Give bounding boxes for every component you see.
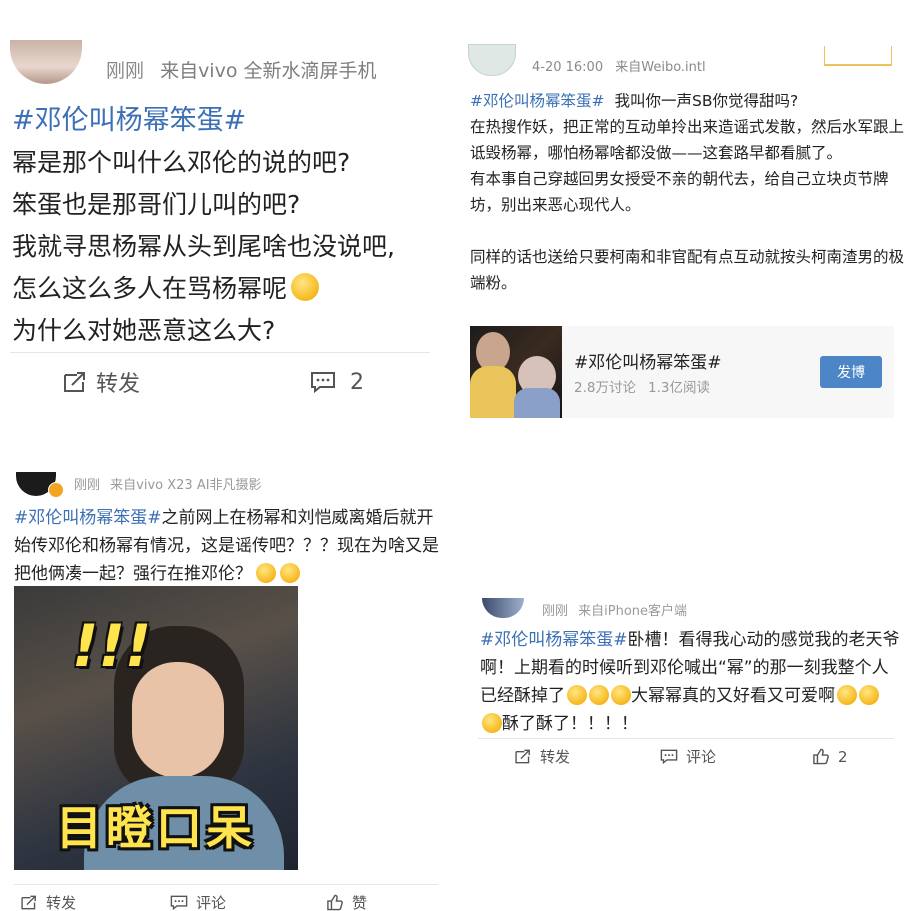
verified-badge-icon	[48, 482, 64, 498]
user-avatar[interactable]	[468, 44, 516, 76]
post-panel-c: 刚刚 来自vivo X23 AI非凡摄影 #邓伦叫杨幂笨蛋#之前网上在杨幂和刘恺…	[0, 468, 445, 911]
grin-emoji-icon	[280, 563, 300, 583]
post-body: #邓伦叫杨幂笨蛋# 幂是那个叫什么邓伦的说的吧? 笨蛋也是那哥们儿叫的吧? 我就…	[12, 100, 442, 352]
repost-icon	[515, 749, 530, 764]
post-body: #邓伦叫杨幂笨蛋# 我叫你一声SB你觉得甜吗? 在热搜作妖，把正常的互动单拎出来造…	[470, 88, 906, 296]
like-button[interactable]: 赞	[326, 892, 367, 911]
like-button[interactable]: 2	[812, 748, 848, 766]
post-text: 酥了酥了！！！！	[502, 714, 638, 734]
post-paragraph: 同样的话也送给只要柯南和非官配有点互动就按头柯南渣男的极端粉。	[470, 248, 905, 292]
comment-button[interactable]: 2	[310, 370, 364, 395]
topic-stats: 2.8万讨论 1.3亿阅读	[574, 380, 710, 396]
post-panel-d: 刚刚 来自iPhone客户端 #邓伦叫杨幂笨蛋#卧槽！看得我心动的感觉我的老天爷…	[456, 468, 912, 911]
divider	[14, 884, 438, 885]
post-source[interactable]: 来自Weibo.intl	[615, 60, 705, 75]
repost-button[interactable]: 转发	[62, 366, 140, 398]
repost-icon	[21, 895, 36, 910]
user-avatar[interactable]	[482, 598, 524, 618]
thumbs-up-icon	[813, 748, 829, 765]
hashtag-link[interactable]: #邓伦叫杨幂笨蛋#	[480, 630, 628, 650]
grin-emoji-icon	[291, 273, 320, 301]
divider	[10, 352, 430, 353]
post-line: 我就寻思杨幂从头到尾啥也没说吧,	[12, 232, 395, 261]
follow-button[interactable]	[824, 46, 892, 66]
smile-emoji-icon	[837, 685, 857, 705]
post-line: 笨蛋也是那哥们儿叫的吧?	[12, 190, 301, 219]
comment-icon	[311, 372, 336, 394]
post-line: 我叫你一声SB你觉得甜吗?	[614, 92, 799, 110]
post-time: 刚刚	[74, 478, 101, 493]
post-line: 为什么对她恶意这么大?	[12, 316, 276, 345]
post-source[interactable]: 来自iPhone客户端	[578, 604, 687, 619]
post-line: 怎么这么多人在骂杨幂呢	[12, 268, 442, 310]
comment-icon	[170, 895, 188, 911]
laugh-emoji-icon	[611, 685, 631, 705]
thumbs-up-icon	[327, 894, 343, 911]
hashtag-link[interactable]: #邓伦叫杨幂笨蛋#	[470, 92, 604, 110]
post-time: 4-20 16:00	[532, 60, 604, 75]
repost-button[interactable]: 转发	[514, 746, 570, 767]
post-text: 大幂幂真的又好看又可爱啊	[631, 686, 835, 706]
divider	[478, 738, 894, 739]
hashtag-link[interactable]: #邓伦叫杨幂笨蛋#	[14, 508, 162, 528]
post-line: 幂是那个叫什么邓伦的说的吧?	[12, 148, 351, 177]
comment-icon	[660, 749, 678, 765]
post-paragraph: 有本事自己穿越回男女授受不亲的朝代去，给自己立块贞节牌坊，别出来恶心现代人。	[470, 170, 889, 214]
post-panel-b: 4-20 16:00 来自Weibo.intl #邓伦叫杨幂笨蛋# 我叫你一声SB…	[456, 0, 912, 455]
meme-image[interactable]: !!! 目瞪口呆	[14, 586, 298, 870]
meme-exclamation: !!!	[72, 612, 152, 680]
repost-button[interactable]: 转发	[20, 892, 76, 911]
grin-emoji-icon	[256, 563, 276, 583]
smile-emoji-icon	[482, 713, 502, 733]
post-source[interactable]: 来自vivo 全新水滴屏手机	[160, 60, 376, 82]
comment-button[interactable]: 评论	[170, 892, 226, 911]
user-avatar[interactable]	[10, 40, 82, 84]
repost-icon	[64, 372, 85, 392]
topic-image	[470, 326, 562, 418]
post-panel-a: 刚刚 来自vivo 全新水滴屏手机 #邓伦叫杨幂笨蛋# 幂是那个叫什么邓伦的说的…	[0, 0, 445, 455]
post-time: 刚刚	[106, 60, 145, 82]
smile-emoji-icon	[859, 685, 879, 705]
post-paragraph: 在热搜作妖，把正常的互动单拎出来造谣式发散，然后水军跟上诋毁杨幂，哪怕杨幂啥都没…	[470, 118, 905, 162]
topic-title: #邓伦叫杨幂笨蛋#	[574, 353, 722, 373]
hashtag-link[interactable]: #邓伦叫杨幂笨蛋#	[12, 100, 442, 142]
post-time: 刚刚	[542, 604, 569, 619]
laugh-emoji-icon	[589, 685, 609, 705]
topic-card[interactable]: #邓伦叫杨幂笨蛋# 2.8万讨论 1.3亿阅读 发博	[470, 326, 894, 418]
post-body: #邓伦叫杨幂笨蛋#卧槽！看得我心动的感觉我的老天爷啊！上期看的时候听到邓伦喊出“…	[480, 626, 900, 738]
post-body: #邓伦叫杨幂笨蛋#之前网上在杨幂和刘恺威离婚后就开始传邓伦和杨幂有情况，这是谣传…	[14, 504, 444, 588]
meme-caption: 目瞪口呆	[56, 801, 256, 855]
laugh-emoji-icon	[567, 685, 587, 705]
post-source[interactable]: 来自vivo X23 AI非凡摄影	[110, 478, 261, 493]
post-topic-button[interactable]: 发博	[820, 356, 882, 388]
comment-button[interactable]: 评论	[660, 746, 716, 767]
